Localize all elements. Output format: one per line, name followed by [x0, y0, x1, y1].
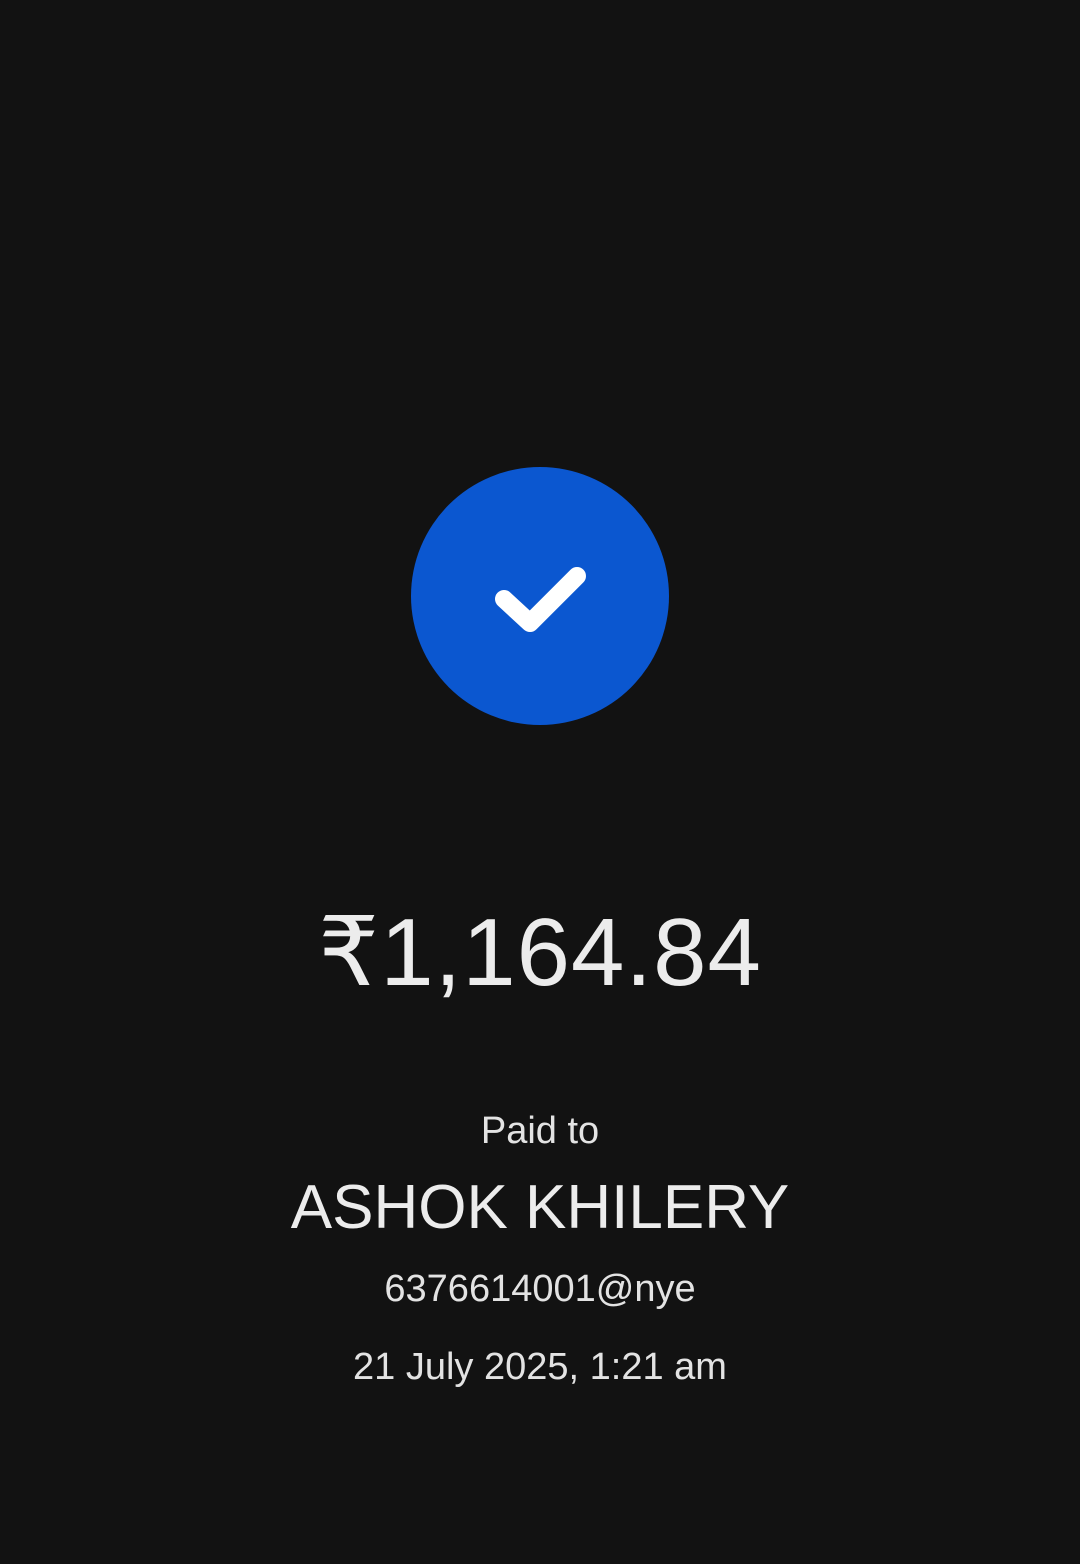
payee-upi-id: 6376614001@nye	[384, 1268, 696, 1310]
success-badge	[411, 467, 669, 725]
paid-to-label: Paid to	[480, 1110, 600, 1152]
payment-amount: ₹1,164.84	[318, 899, 762, 1006]
payment-success-screen: ₹1,164.84 Paid to ASHOK KHILERY 63766140…	[0, 0, 1080, 1564]
check-icon	[495, 567, 586, 632]
payee-name: ASHOK KHILERY	[290, 1173, 790, 1242]
payment-datetime: 21 July 2025, 1:21 am	[353, 1346, 727, 1388]
